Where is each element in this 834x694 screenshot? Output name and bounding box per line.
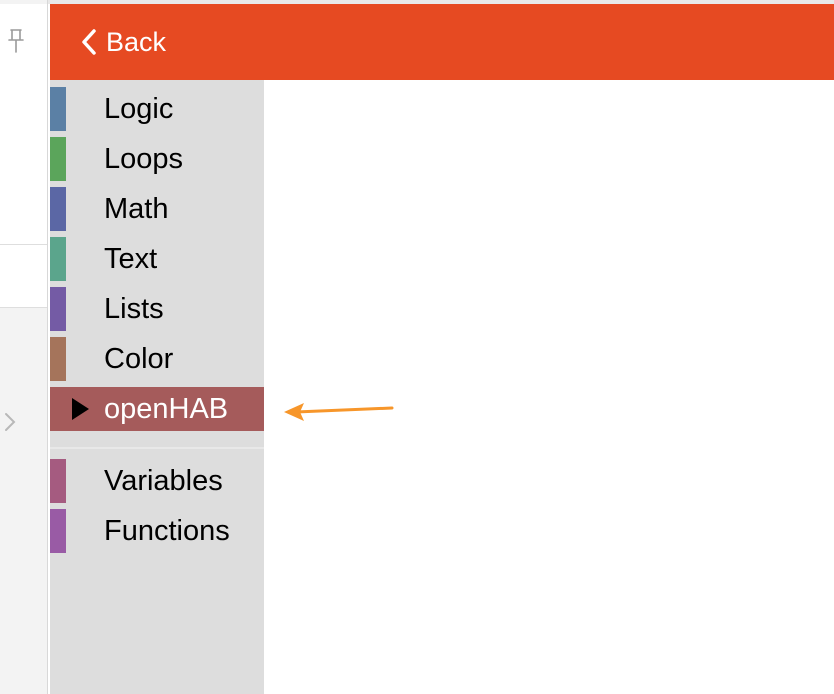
category-swatch [50,87,66,131]
category-label: Functions [104,515,230,547]
category-swatch [50,509,66,553]
category-swatch [50,187,66,231]
category-label: Logic [104,93,174,125]
category-color[interactable]: Color [50,337,264,381]
category-swatch [50,337,66,381]
category-functions[interactable]: Functions [50,509,264,553]
category-openhab[interactable]: openHAB [50,387,264,431]
category-loops[interactable]: Loops [50,137,264,181]
category-lists[interactable]: Lists [50,287,264,331]
category-label: Text [104,243,158,275]
chevron-right-icon[interactable] [3,410,17,434]
category-logic[interactable]: Logic [50,87,264,131]
toolbox: Logic Loops Math Text Lists Color openHA… [50,80,264,694]
toolbox-separator [50,447,264,449]
header-bar: Back [50,4,834,80]
category-swatch [50,287,66,331]
category-swatch [50,137,66,181]
back-label: Back [106,26,167,57]
sidebar-mid-panel [0,245,47,308]
pin-icon[interactable] [6,28,26,54]
category-swatch [50,237,66,281]
category-math[interactable]: Math [50,187,264,231]
category-label: Loops [104,143,184,175]
left-sidebar [0,0,48,694]
category-label: Color [104,343,174,375]
arrow-left-icon [284,403,394,421]
category-text[interactable]: Text [50,237,264,281]
category-label: Lists [104,293,164,325]
category-label: openHAB [104,393,229,425]
category-label: Math [104,193,169,225]
category-label: Variables [104,465,223,497]
triangle-right-icon[interactable] [70,397,90,421]
chevron-left-icon [82,29,96,55]
back-button[interactable]: Back [80,24,166,60]
category-swatch [50,459,66,503]
category-variables[interactable]: Variables [50,459,264,503]
